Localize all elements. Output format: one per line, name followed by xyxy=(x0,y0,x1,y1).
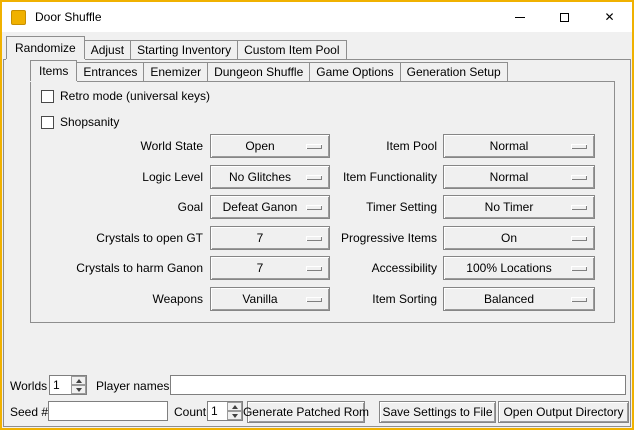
accessibility-label: Accessibility xyxy=(311,256,437,280)
tab-entrances[interactable]: Entrances xyxy=(76,62,144,81)
shopsanity-label: Shopsanity xyxy=(60,115,119,129)
inner-tab-bar: Items Entrances Enemizer Dungeon Shuffle… xyxy=(30,63,507,81)
seed-label: Seed # xyxy=(10,405,48,419)
save-settings-button[interactable]: Save Settings to File xyxy=(379,401,496,423)
minimize-button[interactable] xyxy=(497,2,542,32)
item-sorting-value: Balanced xyxy=(484,292,554,306)
world-state-label: World State xyxy=(33,134,203,158)
count-input[interactable] xyxy=(208,402,227,420)
down-arrow-icon xyxy=(76,388,82,392)
progressive-items-label: Progressive Items xyxy=(311,226,437,250)
crystals-ganon-label: Crystals to harm Ganon xyxy=(33,256,203,280)
shopsanity-checkbox[interactable] xyxy=(41,116,54,129)
goal-value: Defeat Ganon xyxy=(223,200,318,214)
open-output-directory-button[interactable]: Open Output Directory xyxy=(498,401,629,423)
item-functionality-label: Item Functionality xyxy=(311,165,437,189)
tab-generation-setup[interactable]: Generation Setup xyxy=(400,62,508,81)
up-arrow-icon xyxy=(232,405,238,409)
tab-enemizer[interactable]: Enemizer xyxy=(143,62,208,81)
progressive-items-value: On xyxy=(501,231,537,245)
count-spinner[interactable] xyxy=(207,401,243,421)
worlds-spinner-arrows xyxy=(71,376,86,394)
item-pool-dropdown[interactable]: Normal xyxy=(443,134,595,158)
dropdown-indicator-icon xyxy=(571,205,587,210)
crystals-gt-value: 7 xyxy=(257,231,284,245)
items-pane: Retro mode (universal keys) Shopsanity W… xyxy=(30,81,615,323)
dropdown-indicator-icon xyxy=(571,266,587,271)
worlds-input[interactable] xyxy=(50,376,71,394)
spinner-down-button[interactable] xyxy=(227,411,242,420)
count-label: Count xyxy=(174,405,206,419)
logic-level-label: Logic Level xyxy=(33,165,203,189)
world-state-value: Open xyxy=(245,139,294,153)
tab-randomize[interactable]: Randomize xyxy=(6,36,85,59)
item-sorting-label: Item Sorting xyxy=(311,287,437,311)
progressive-items-dropdown[interactable]: On xyxy=(443,226,595,250)
up-arrow-icon xyxy=(76,379,82,383)
titlebar: Door Shuffle ✕ xyxy=(2,2,632,32)
tab-adjust[interactable]: Adjust xyxy=(84,40,131,59)
timer-setting-dropdown[interactable]: No Timer xyxy=(443,195,595,219)
tab-custom-item-pool[interactable]: Custom Item Pool xyxy=(237,40,346,59)
weapons-label: Weapons xyxy=(33,287,203,311)
app-icon xyxy=(11,10,26,25)
minimize-icon xyxy=(515,17,525,18)
spinner-down-button[interactable] xyxy=(71,385,86,394)
accessibility-value: 100% Locations xyxy=(466,261,571,275)
maximize-button[interactable] xyxy=(542,2,587,32)
maximize-icon xyxy=(560,13,569,22)
item-functionality-dropdown[interactable]: Normal xyxy=(443,165,595,189)
tab-items[interactable]: Items xyxy=(30,60,77,81)
dropdown-indicator-icon xyxy=(571,144,587,149)
goal-label: Goal xyxy=(33,195,203,219)
timer-setting-value: No Timer xyxy=(485,200,554,214)
generate-patched-rom-button[interactable]: Generate Patched Rom xyxy=(247,401,365,423)
worlds-spinner[interactable] xyxy=(49,375,87,395)
worlds-label: Worlds xyxy=(10,379,47,393)
item-pool-label: Item Pool xyxy=(311,134,437,158)
down-arrow-icon xyxy=(232,414,238,418)
item-sorting-dropdown[interactable]: Balanced xyxy=(443,287,595,311)
timer-setting-label: Timer Setting xyxy=(311,195,437,219)
player-names-input[interactable] xyxy=(170,375,626,395)
item-functionality-value: Normal xyxy=(490,170,549,184)
count-spinner-arrows xyxy=(227,402,242,420)
player-names-label: Player names xyxy=(96,379,169,393)
weapons-value: Vanilla xyxy=(242,292,297,306)
spinner-up-button[interactable] xyxy=(227,402,242,411)
dropdown-indicator-icon xyxy=(571,297,587,302)
tab-game-options[interactable]: Game Options xyxy=(309,62,400,81)
top-tab-bar: Randomize Adjust Starting Inventory Cust… xyxy=(6,36,346,59)
shopsanity-row: Shopsanity xyxy=(41,115,119,129)
tab-starting-inventory[interactable]: Starting Inventory xyxy=(130,40,238,59)
close-button[interactable]: ✕ xyxy=(587,2,632,32)
window-title: Door Shuffle xyxy=(35,10,102,24)
caption-buttons: ✕ xyxy=(497,2,632,32)
crystals-ganon-value: 7 xyxy=(257,261,284,275)
logic-level-value: No Glitches xyxy=(229,170,311,184)
dropdown-indicator-icon xyxy=(571,236,587,241)
dropdown-indicator-icon xyxy=(571,175,587,180)
spinner-up-button[interactable] xyxy=(71,376,86,385)
item-pool-value: Normal xyxy=(490,139,549,153)
door-shuffle-window: Door Shuffle ✕ Randomize Adjust Starting… xyxy=(0,0,634,430)
retro-mode-row: Retro mode (universal keys) xyxy=(41,89,210,103)
crystals-gt-label: Crystals to open GT xyxy=(33,226,203,250)
retro-mode-checkbox[interactable] xyxy=(41,90,54,103)
close-icon: ✕ xyxy=(604,11,614,23)
accessibility-dropdown[interactable]: 100% Locations xyxy=(443,256,595,280)
seed-input[interactable] xyxy=(48,401,168,421)
tab-dungeon-shuffle[interactable]: Dungeon Shuffle xyxy=(207,62,310,81)
retro-mode-label: Retro mode (universal keys) xyxy=(60,89,210,103)
